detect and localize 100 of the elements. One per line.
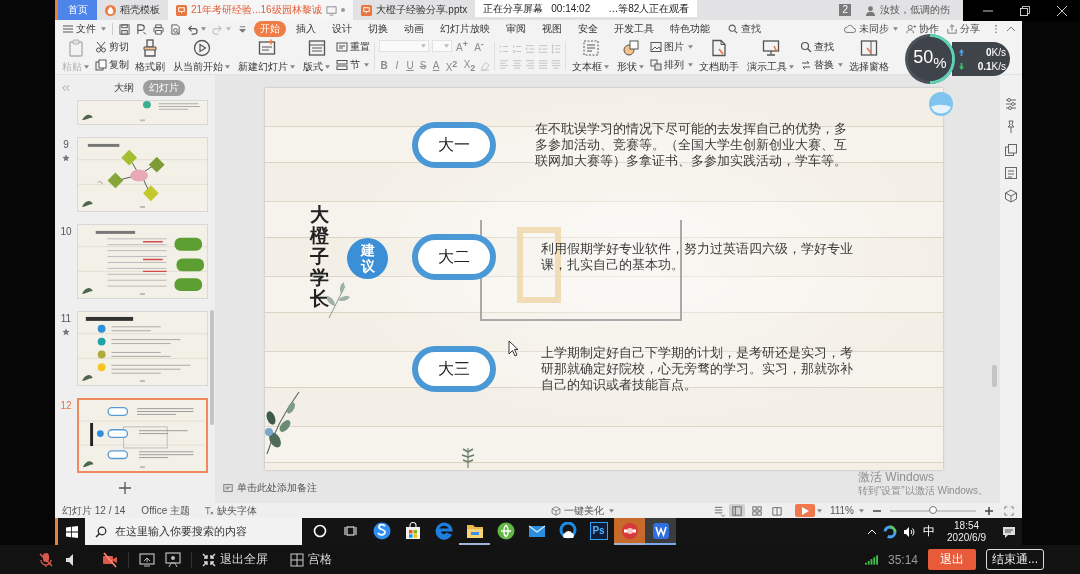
- close-icon[interactable]: [1056, 5, 1067, 16]
- copy-icon[interactable]: [1004, 143, 1018, 157]
- beautify-button[interactable]: 一键美化: [550, 503, 614, 518]
- camera-icon[interactable]: [102, 551, 118, 568]
- grid-button[interactable]: 宫格: [290, 551, 332, 568]
- clock-date[interactable]: 2020/6/9: [947, 531, 986, 544]
- exit-fullscreen-button[interactable]: 退出全屏: [202, 551, 268, 568]
- ribbon-tab[interactable]: 设计: [326, 21, 358, 37]
- ribbon-tab[interactable]: 开发工具: [608, 21, 660, 37]
- ribbon-button[interactable]: 节: [336, 58, 370, 72]
- scrollbar-thumb[interactable]: [210, 310, 214, 425]
- print-icon[interactable]: [153, 23, 164, 35]
- ribbon-button[interactable]: 排列: [650, 58, 693, 72]
- cube-icon[interactable]: [1004, 189, 1018, 203]
- search-field[interactable]: 在这里输入你要搜索的内容: [85, 518, 302, 545]
- zoom-slider[interactable]: [890, 509, 976, 512]
- ribbon-button[interactable]: 选择窗格: [847, 38, 891, 74]
- viewer-count: …等82人正在观看: [608, 1, 690, 16]
- slide-thumbnail[interactable]: [77, 224, 208, 299]
- text-lines-icon[interactable]: [1004, 166, 1018, 180]
- ribbon-button[interactable]: 版式: [301, 38, 332, 74]
- document-tab[interactable]: 首页: [55, 0, 97, 20]
- ribbon-button[interactable]: 图片: [650, 40, 693, 54]
- ribbon-button[interactable]: 重置: [336, 40, 370, 54]
- ribbon-button[interactable]: 从当前开始: [171, 38, 232, 74]
- screen-share-icon[interactable]: [139, 551, 155, 568]
- ribbon-tab[interactable]: 安全: [572, 21, 604, 37]
- restore-icon[interactable]: [1019, 5, 1030, 16]
- sync-button[interactable]: 未同步: [844, 22, 898, 36]
- undo-icon[interactable]: [187, 23, 198, 35]
- add-slide-button[interactable]: [119, 482, 131, 494]
- slide-number: 9: [63, 139, 69, 150]
- double-chevron-icon[interactable]: [61, 83, 70, 92]
- sync-ring-icon[interactable]: [883, 524, 898, 539]
- more-icon[interactable]: [994, 24, 998, 34]
- ribbon-tab[interactable]: 幻灯片放映: [434, 21, 496, 37]
- collapse-icon[interactable]: [1006, 24, 1016, 34]
- dot-icon[interactable]: [340, 8, 345, 12]
- collaborate-button[interactable]: 协作: [906, 22, 939, 36]
- monitor-icon[interactable]: [325, 4, 337, 16]
- ribbon-button[interactable]: 文档助手: [697, 38, 741, 74]
- slide-thumbnail[interactable]: [77, 311, 208, 386]
- share-button[interactable]: 分享: [947, 22, 980, 36]
- reset-icon: [336, 41, 348, 53]
- year-pill: 大三: [412, 346, 496, 392]
- ribbon-button[interactable]: 替换: [800, 58, 843, 72]
- slider-thumb[interactable]: [929, 505, 937, 514]
- ribbon-button[interactable]: 查找: [800, 40, 843, 54]
- font-size-field[interactable]: [432, 39, 452, 52]
- ribbon-button[interactable]: 剪切: [95, 40, 129, 54]
- document-tab[interactable]: 稻壳模板: [97, 0, 168, 20]
- file-menu[interactable]: 文件: [63, 22, 106, 36]
- microphone-icon[interactable]: [38, 551, 54, 568]
- export-icon[interactable]: [136, 23, 147, 35]
- preview-icon[interactable]: [170, 23, 181, 35]
- font-name-field[interactable]: [379, 39, 429, 52]
- end-call-button[interactable]: 结束通...: [986, 549, 1044, 570]
- ribbon-tab[interactable]: 特色功能: [664, 21, 716, 37]
- zoom-menu[interactable]: 111%: [829, 505, 864, 516]
- notes-field[interactable]: 单击此处添加备注: [223, 481, 317, 495]
- notification-icon[interactable]: [1002, 524, 1016, 539]
- ribbon-tab[interactable]: 动画: [398, 21, 430, 37]
- leave-button[interactable]: 退出: [928, 549, 976, 570]
- user-name[interactable]: 汝技，低调的伤: [880, 3, 950, 17]
- ribbon-tab[interactable]: 切换: [362, 21, 394, 37]
- ribbon-button[interactable]: 格式刷: [133, 38, 167, 74]
- caret-icon[interactable]: [201, 27, 206, 31]
- taskbar-app[interactable]: [645, 518, 676, 545]
- sliders-icon[interactable]: [1004, 97, 1018, 111]
- avatar-icon[interactable]: [865, 4, 876, 16]
- presenter-icon[interactable]: [165, 551, 181, 568]
- grid-view-icon: [751, 505, 762, 516]
- ribbon-button[interactable]: 演示工具: [745, 38, 796, 74]
- view-tab[interactable]: 大纲: [108, 79, 140, 96]
- search-button[interactable]: 查找: [728, 22, 761, 36]
- fit-icon[interactable]: [1004, 505, 1014, 516]
- clock-time[interactable]: 18:54: [954, 519, 980, 532]
- speaker-icon[interactable]: [903, 525, 916, 538]
- ribbon-tab[interactable]: 审阅: [500, 21, 532, 37]
- ribbon-button[interactable]: 复制: [95, 58, 129, 72]
- ime-indicator[interactable]: 中: [923, 518, 936, 545]
- missing-fonts-button[interactable]: 缺失字体: [204, 503, 258, 518]
- document-tab[interactable]: 大橙子经验分享.pptx: [352, 0, 476, 20]
- ribbon-button[interactable]: 形状: [615, 38, 646, 74]
- ribbon-button[interactable]: 文本框: [570, 38, 611, 74]
- plus-icon[interactable]: [984, 505, 994, 516]
- ribbon-tab[interactable]: 视图: [536, 21, 568, 37]
- caret-icon[interactable]: [816, 508, 822, 513]
- notes-toggle-icon[interactable]: [713, 504, 725, 517]
- ribbon-tab[interactable]: 插入: [290, 21, 322, 37]
- view-button[interactable]: [728, 504, 745, 517]
- scrollbar-thumb[interactable]: [992, 365, 997, 387]
- customize-icon[interactable]: [237, 23, 248, 35]
- slide-thumbnail[interactable]: [77, 100, 208, 125]
- taskbar-app[interactable]: Ps: [583, 518, 614, 545]
- slide-thumbnail[interactable]: [77, 398, 208, 473]
- save-icon[interactable]: [119, 23, 130, 35]
- slide-thumbnail[interactable]: [77, 137, 208, 212]
- play-button[interactable]: [794, 504, 815, 517]
- ribbon-button[interactable]: 新建幻灯片: [236, 38, 297, 74]
